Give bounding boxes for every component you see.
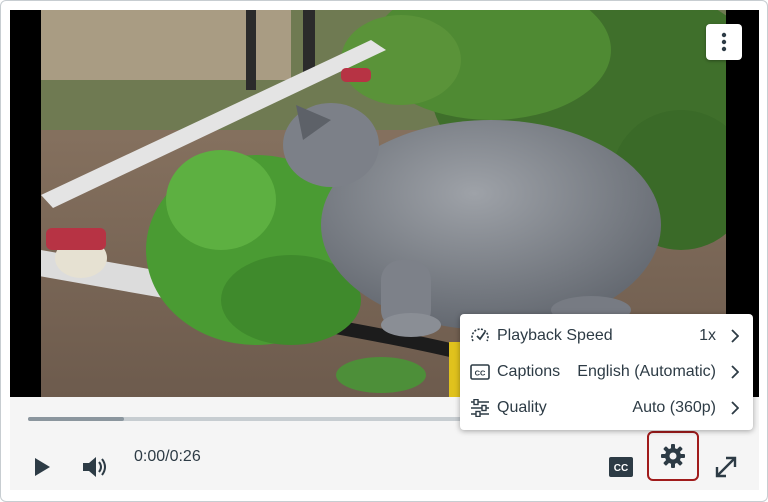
playback-speed-icon — [470, 326, 490, 346]
settings-menu: Playback Speed 1x CC Captions English (A… — [460, 314, 753, 430]
time-display: 0:00/0:26 — [134, 448, 201, 465]
chevron-right-icon — [729, 364, 741, 380]
more-options-button[interactable] — [706, 24, 742, 60]
menu-item-quality[interactable]: Quality Auto (360p) — [460, 390, 753, 426]
cc-icon: CC — [470, 362, 490, 382]
svg-text:CC: CC — [614, 463, 628, 474]
volume-button[interactable] — [80, 453, 110, 481]
svg-text:CC: CC — [475, 369, 486, 378]
menu-label: Playback Speed — [497, 327, 613, 344]
cc-icon: CC — [609, 457, 633, 477]
play-icon — [35, 458, 50, 476]
fullscreen-button[interactable] — [712, 453, 740, 481]
menu-item-captions[interactable]: CC Captions English (Automatic) — [460, 354, 753, 390]
gear-icon — [661, 444, 685, 468]
play-button[interactable] — [30, 455, 54, 479]
menu-value: 1x — [699, 327, 716, 344]
more-vertical-icon — [721, 32, 727, 52]
captions-button[interactable]: CC — [608, 455, 634, 479]
menu-value: English (Automatic) — [577, 363, 716, 380]
menu-label: Captions — [497, 363, 561, 380]
chevron-right-icon — [729, 400, 741, 416]
progress-fill — [28, 417, 125, 421]
settings-button[interactable] — [647, 431, 699, 481]
sliders-icon — [470, 398, 490, 418]
menu-label: Quality — [497, 399, 547, 416]
menu-item-playback-speed[interactable]: Playback Speed 1x — [460, 318, 753, 354]
expand-icon — [715, 456, 737, 478]
chevron-right-icon — [729, 328, 741, 344]
menu-value: Auto (360p) — [632, 399, 716, 416]
volume-icon — [83, 457, 106, 477]
